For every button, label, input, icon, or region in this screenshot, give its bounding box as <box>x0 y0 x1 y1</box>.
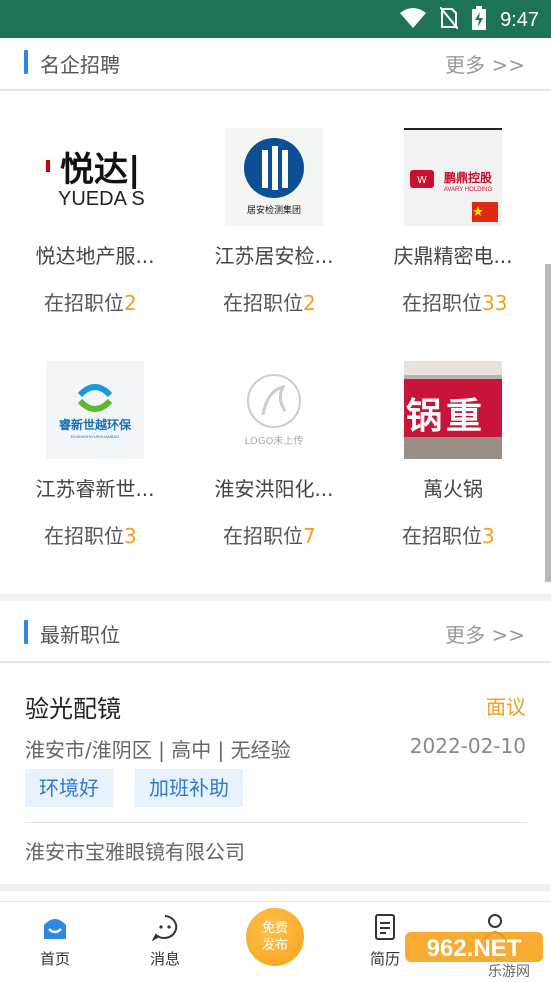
famous-companies-header: 名企招聘 更多 >> <box>0 38 551 86</box>
job-tag: 环境好 <box>25 769 113 807</box>
famous-more-link[interactable]: 更多 >> <box>445 49 525 78</box>
company-logo: LOGO未上传 <box>225 361 323 459</box>
status-time: 9:47 <box>500 8 539 31</box>
publish-label: 免费 <box>261 921 288 936</box>
battery-charging-icon <box>472 6 487 34</box>
company-logo: 居安检测集团 <box>225 128 323 226</box>
open-jobs: 在招职位7 <box>223 524 316 548</box>
tab-label: 首页 <box>39 950 70 968</box>
company-card[interactable]: W 鹏鼎控股 AVARY HOLDING 庆鼎精密电... 在招职位33 <box>378 128 528 316</box>
divider <box>25 822 526 823</box>
divider <box>0 89 551 91</box>
chat-icon <box>130 910 200 944</box>
tab-home[interactable]: 首页 <box>20 902 90 969</box>
latest-jobs-header: 最新职位 更多 >> <box>0 608 551 656</box>
svg-text:AVARY HOLDING: AVARY HOLDING <box>444 187 493 193</box>
section-accent-bar <box>24 620 28 644</box>
section-gap <box>0 594 551 601</box>
job-date: 2022-02-10 <box>409 734 526 758</box>
job-company: 淮安市宝雅眼镜有限公司 <box>25 840 245 864</box>
status-bar: 9:47 <box>0 0 551 38</box>
company-card[interactable]: 睿新世越环保 RUIXINSHIYUEHUANBAO 江苏睿新世... 在招职位… <box>20 361 170 549</box>
company-name: 江苏居安检... <box>214 244 334 268</box>
no-sim-icon <box>439 6 459 33</box>
home-icon <box>20 910 90 944</box>
company-name: 江苏睿新世... <box>35 477 155 501</box>
svg-text:W: W <box>417 175 427 186</box>
job-meta: 淮安市/淮阴区 | 高中 | 无经验 <box>25 738 291 762</box>
svg-text:鹏鼎控股: 鹏鼎控股 <box>444 170 493 185</box>
company-logo: 睿新世越环保 RUIXINSHIYUEHUANBAO <box>46 361 144 459</box>
job-tag: 加班补助 <box>135 769 243 807</box>
svg-text:居安检测集团: 居安检测集团 <box>247 204 301 216</box>
publish-label: 发布 <box>261 938 288 953</box>
job-salary: 面议 <box>486 695 526 719</box>
open-jobs: 在招职位2 <box>44 291 137 315</box>
svg-text:LOGO未上传: LOGO未上传 <box>245 435 304 447</box>
watermark-logo: 962.NET 乐游网 <box>405 930 545 980</box>
company-name: 悦达地产服... <box>35 244 155 268</box>
svg-text:睿新世越环保: 睿新世越环保 <box>59 417 132 432</box>
company-logo: 锅重 <box>404 361 502 459</box>
company-card[interactable]: 悦达| YUEDA S 悦达地产服... 在招职位2 <box>20 128 170 316</box>
company-logo: W 鹏鼎控股 AVARY HOLDING <box>404 128 502 226</box>
section-accent-bar <box>24 50 28 74</box>
wifi-icon <box>400 8 427 32</box>
svg-text:RUIXINSHIYUEHUANBAO: RUIXINSHIYUEHUANBAO <box>71 434 119 439</box>
company-card[interactable]: LOGO未上传 淮安洪阳化... 在招职位7 <box>199 361 349 549</box>
svg-text:乐游网: 乐游网 <box>488 964 530 978</box>
open-jobs: 在招职位3 <box>402 524 495 548</box>
company-card[interactable]: 锅重 萬火锅 在招职位3 <box>378 361 528 549</box>
scrollbar[interactable] <box>545 264 551 582</box>
divider <box>0 661 551 663</box>
latest-more-link[interactable]: 更多 >> <box>445 619 525 648</box>
open-jobs: 在招职位2 <box>223 291 316 315</box>
open-jobs: 在招职位3 <box>44 524 137 548</box>
tab-messages[interactable]: 消息 <box>130 902 200 969</box>
company-name: 庆鼎精密电... <box>393 244 513 268</box>
section-title: 最新职位 <box>40 623 120 647</box>
section-gap <box>0 884 551 891</box>
company-name: 萬火锅 <box>423 477 483 501</box>
job-title: 验光配镜 <box>25 695 121 723</box>
company-card[interactable]: 居安检测集团 江苏居安检... 在招职位2 <box>199 128 349 316</box>
company-name: 淮安洪阳化... <box>214 477 334 501</box>
section-title: 名企招聘 <box>40 53 120 77</box>
tab-label: 消息 <box>149 950 180 968</box>
company-logo: 悦达| YUEDA S <box>46 128 144 226</box>
svg-text:962.NET: 962.NET <box>427 935 522 962</box>
open-jobs: 在招职位33 <box>402 291 508 315</box>
free-publish-button[interactable]: 免费 发布 <box>246 908 304 966</box>
